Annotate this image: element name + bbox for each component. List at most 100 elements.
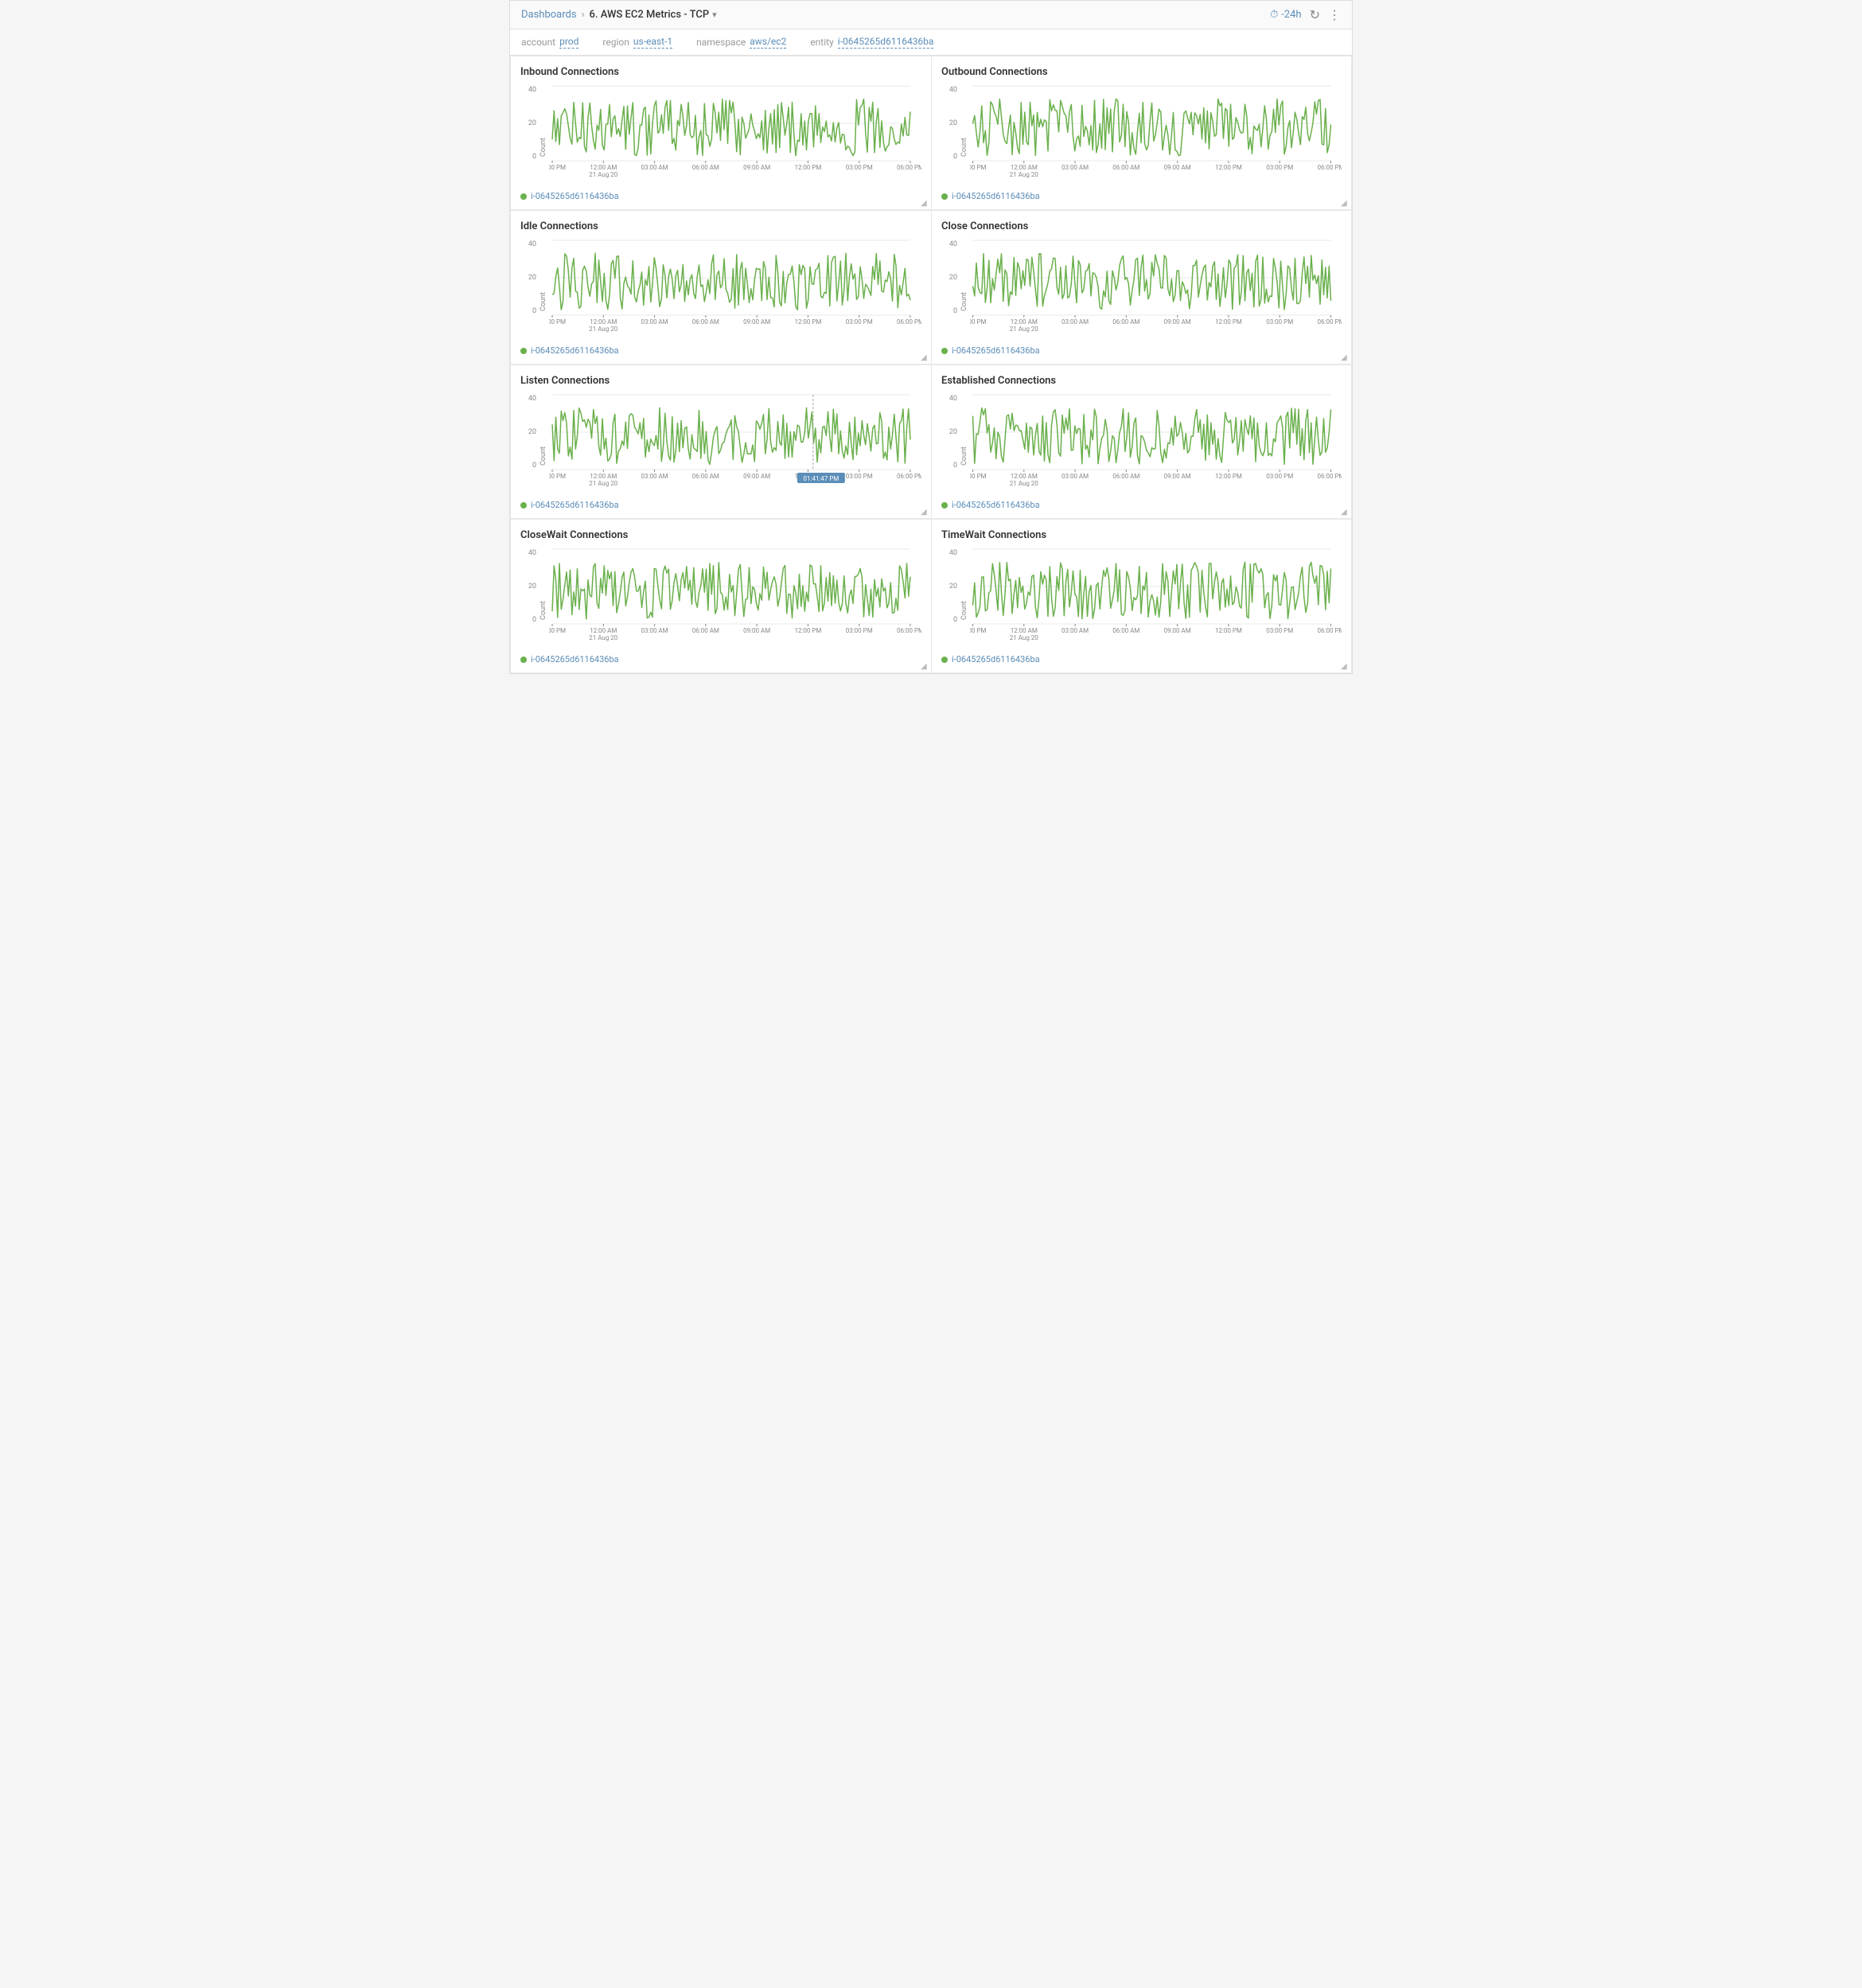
y-axis: 40 20 0 <box>520 546 540 649</box>
svg-text:03:00 PM: 03:00 PM <box>846 627 873 634</box>
svg-text:21 Aug 20: 21 Aug 20 <box>1010 480 1039 487</box>
resize-handle[interactable]: ◢ <box>921 663 929 671</box>
svg-text:12:00 PM: 12:00 PM <box>1215 473 1242 480</box>
chevron-down-icon[interactable]: ▾ <box>712 10 717 20</box>
time-range-selector[interactable]: ⏱ -24h <box>1270 9 1302 21</box>
resize-handle[interactable]: ◢ <box>921 354 929 362</box>
svg-text:09:00 AM: 09:00 AM <box>1164 627 1191 634</box>
y-tick-0: 0 <box>941 153 957 161</box>
chart-title: TimeWait Connections <box>941 529 1342 541</box>
svg-text:03:00 AM: 03:00 AM <box>1061 318 1089 325</box>
chart-legend: i-0645265d6116436ba <box>520 345 921 356</box>
svg-text:12:00 AM: 12:00 AM <box>1011 627 1038 634</box>
chart-legend: i-0645265d6116436ba <box>941 500 1342 510</box>
chart-panel-timewait-connections[interactable]: TimeWait Connections 40 20 0 Count 40200… <box>931 519 1352 673</box>
time-range-value: -24h <box>1281 9 1301 21</box>
y-tick-20: 20 <box>941 428 957 436</box>
y-axis-label: Count <box>960 546 968 649</box>
breadcrumb-dashboards[interactable]: Dashboards <box>521 9 577 21</box>
resize-handle[interactable]: ◢ <box>1341 354 1349 362</box>
svg-text:03:00 AM: 03:00 AM <box>641 473 668 480</box>
svg-text:06:00 AM: 06:00 AM <box>692 318 719 325</box>
y-axis-label: Count <box>960 237 968 341</box>
svg-text:09:00 PM: 09:00 PM <box>549 627 566 634</box>
svg-text:03:00 PM: 03:00 PM <box>1266 627 1293 634</box>
legend-dot-icon <box>941 502 948 509</box>
svg-text:03:00 AM: 03:00 AM <box>1061 164 1089 171</box>
legend-dot-icon <box>941 193 948 200</box>
resize-handle[interactable]: ◢ <box>921 509 929 516</box>
svg-text:03:00 AM: 03:00 AM <box>641 164 668 171</box>
y-tick-40: 40 <box>520 240 536 248</box>
svg-text:03:00 AM: 03:00 AM <box>641 318 668 325</box>
chart-title: Idle Connections <box>520 220 921 232</box>
svg-text:06:00 PM: 06:00 PM <box>897 164 921 171</box>
refresh-icon[interactable]: ↻ <box>1310 7 1320 22</box>
svg-text:12:00 AM: 12:00 AM <box>1011 318 1038 325</box>
svg-text:03:00 AM: 03:00 AM <box>1061 627 1089 634</box>
svg-text:09:00 PM: 09:00 PM <box>970 164 986 171</box>
filter-namespace[interactable]: namespace aws/ec2 <box>696 36 786 49</box>
filter-region-label: region <box>602 37 629 48</box>
svg-text:21 Aug 20: 21 Aug 20 <box>589 634 618 641</box>
svg-text:06:00 AM: 06:00 AM <box>692 164 719 171</box>
chart-panel-inbound-connections[interactable]: Inbound Connections 40 20 0 Count 402000… <box>510 56 931 210</box>
chart-svg-container: 4020009:00 PM12:00 AM21 Aug 2003:00 AM06… <box>970 392 1342 495</box>
resize-handle[interactable]: ◢ <box>1341 200 1349 208</box>
svg-text:21 Aug 20: 21 Aug 20 <box>1010 171 1039 178</box>
chart-panel-outbound-connections[interactable]: Outbound Connections 40 20 0 Count 40200… <box>931 56 1352 210</box>
y-tick-20: 20 <box>520 428 536 436</box>
filter-entity-label: entity <box>810 37 833 48</box>
chart-svg-container: 4020009:00 PM12:00 AM21 Aug 2003:00 AM06… <box>970 237 1342 341</box>
y-axis: 40 20 0 <box>520 392 540 495</box>
chart-legend: i-0645265d6116436ba <box>520 500 921 510</box>
chart-panel-established-connections[interactable]: Established Connections 40 20 0 Count 40… <box>931 364 1352 519</box>
legend-dot-icon <box>520 193 527 200</box>
filter-region[interactable]: region us-east-1 <box>602 36 672 49</box>
y-tick-0: 0 <box>941 616 957 624</box>
svg-text:12:00 AM: 12:00 AM <box>590 318 617 325</box>
y-tick-40: 40 <box>941 240 957 248</box>
chart-panel-closewait-connections[interactable]: CloseWait Connections 40 20 0 Count 4020… <box>510 519 931 673</box>
svg-text:12:00 AM: 12:00 AM <box>590 473 617 480</box>
legend-dot-icon <box>520 657 527 663</box>
svg-text:12:00 PM: 12:00 PM <box>794 318 821 325</box>
y-axis: 40 20 0 <box>520 83 540 186</box>
resize-handle[interactable]: ◢ <box>921 200 929 208</box>
svg-text:12:00 AM: 12:00 AM <box>590 164 617 171</box>
svg-text:21 Aug 20: 21 Aug 20 <box>589 325 618 333</box>
chart-legend: i-0645265d6116436ba <box>941 654 1342 665</box>
svg-text:03:00 PM: 03:00 PM <box>846 473 873 480</box>
y-tick-20: 20 <box>941 274 957 282</box>
chart-panel-close-connections[interactable]: Close Connections 40 20 0 Count 4020009:… <box>931 210 1352 364</box>
svg-text:06:00 PM: 06:00 PM <box>897 318 921 325</box>
resize-handle[interactable]: ◢ <box>1341 663 1349 671</box>
svg-text:09:00 PM: 09:00 PM <box>970 473 986 480</box>
filter-entity[interactable]: entity i-0645265d6116436ba <box>810 36 933 49</box>
y-tick-40: 40 <box>520 86 536 94</box>
svg-text:03:00 PM: 03:00 PM <box>1266 473 1293 480</box>
resize-handle[interactable]: ◢ <box>1341 509 1349 516</box>
legend-label: i-0645265d6116436ba <box>952 345 1040 356</box>
chart-title: Listen Connections <box>520 375 921 387</box>
filter-account-value: prod <box>559 36 578 49</box>
filter-account[interactable]: account prod <box>521 36 578 49</box>
chart-panel-idle-connections[interactable]: Idle Connections 40 20 0 Count 4020009:0… <box>510 210 931 364</box>
charts-grid: Inbound Connections 40 20 0 Count 402000… <box>510 56 1352 673</box>
legend-dot-icon <box>520 348 527 354</box>
app-container: Dashboards › 6. AWS EC2 Metrics - TCP ▾ … <box>509 0 1353 674</box>
svg-text:12:00 PM: 12:00 PM <box>1215 627 1242 634</box>
y-tick-20: 20 <box>941 119 957 127</box>
legend-dot-icon <box>941 657 948 663</box>
svg-text:09:00 AM: 09:00 AM <box>1164 318 1191 325</box>
y-axis-label: Count <box>540 546 547 649</box>
chart-panel-listen-connections[interactable]: Listen Connections 40 20 0 Count 4020009… <box>510 364 931 519</box>
filter-account-label: account <box>521 37 555 48</box>
filter-bar: account prod region us-east-1 namespace … <box>510 29 1352 56</box>
more-options-icon[interactable]: ⋮ <box>1328 7 1341 22</box>
filter-region-value: us-east-1 <box>633 36 672 49</box>
legend-label: i-0645265d6116436ba <box>952 191 1040 201</box>
chart-legend: i-0645265d6116436ba <box>520 191 921 201</box>
y-tick-20: 20 <box>941 583 957 591</box>
filter-namespace-label: namespace <box>696 37 746 48</box>
